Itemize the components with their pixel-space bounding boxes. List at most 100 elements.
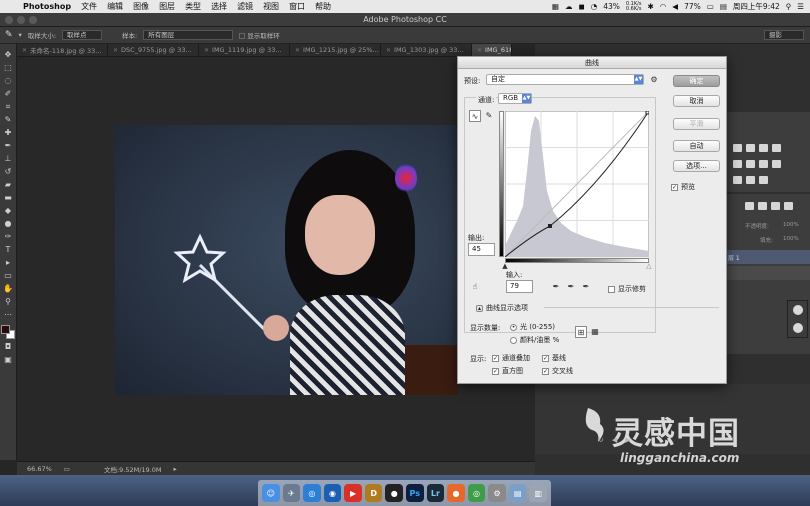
ok-button[interactable]: 确定 bbox=[673, 75, 720, 87]
menu-image[interactable]: 图像 bbox=[128, 1, 154, 12]
prev-icon[interactable]: ◀ bbox=[612, 436, 617, 444]
marquee-tool-icon[interactable]: ⬚ bbox=[2, 63, 14, 73]
shape-tool-icon[interactable]: ▭ bbox=[2, 271, 14, 281]
eyedropper-tool-icon[interactable]: ✎ bbox=[5, 30, 13, 40]
close-tab-icon[interactable]: ✕ bbox=[113, 47, 118, 54]
menu-status-icon[interactable]: ◼ bbox=[578, 2, 584, 11]
opacity-value[interactable]: 100% bbox=[783, 222, 799, 228]
wifi-icon[interactable]: ◠ bbox=[660, 2, 667, 11]
menu-select[interactable]: 选择 bbox=[206, 1, 232, 12]
bluetooth-icon[interactable]: ✱ bbox=[647, 2, 653, 11]
next-icon[interactable]: ▶ bbox=[625, 436, 630, 444]
balance-icon[interactable] bbox=[759, 160, 768, 168]
curve-point-tool-icon[interactable]: ∿ bbox=[469, 110, 481, 122]
path-select-tool-icon[interactable]: ▸ bbox=[2, 258, 14, 268]
firefox-icon[interactable]: ● bbox=[447, 484, 465, 502]
game-app-icon[interactable]: D bbox=[364, 484, 383, 502]
gray-eyedropper-icon[interactable]: ✒ bbox=[565, 281, 577, 293]
tab-doc-5[interactable]: ✕ IMG_1303.jpg @ 33... bbox=[381, 44, 472, 56]
status-arrow-icon[interactable]: ▸ bbox=[174, 465, 177, 473]
screen-mode-icon[interactable]: ▣ bbox=[2, 355, 14, 365]
input-input[interactable]: 79 bbox=[506, 280, 533, 293]
quick-mask-icon[interactable]: ◘ bbox=[2, 342, 14, 352]
photo-filter-icon[interactable] bbox=[733, 176, 742, 184]
cloud-icon[interactable]: ☁ bbox=[565, 2, 573, 11]
brightness-icon[interactable] bbox=[733, 144, 742, 152]
stamp-tool-icon[interactable]: ⊥ bbox=[2, 154, 14, 164]
zoom-tool-icon[interactable]: ⚲ bbox=[2, 297, 14, 307]
tab-doc-2[interactable]: ✕ DSC_9755.jpg @ 33... bbox=[108, 44, 199, 56]
detailed-grid-icon[interactable]: ▦ bbox=[589, 326, 601, 338]
brush-tool-icon[interactable]: ✒ bbox=[2, 141, 14, 151]
tab-doc-1[interactable]: ✕ 未命名-118.jpg @ 33... bbox=[17, 44, 108, 56]
type-tool-icon[interactable]: T bbox=[2, 245, 14, 255]
auto-button[interactable]: 自动 bbox=[673, 140, 720, 152]
channel-select[interactable]: RGB ▲▼ bbox=[498, 93, 532, 104]
volume-icon[interactable]: ◀ bbox=[672, 2, 678, 11]
status-menu-icon[interactable]: ▭ bbox=[64, 465, 70, 473]
tool-preset-dropdown-icon[interactable]: ▾ bbox=[19, 31, 22, 39]
preview-checkbox[interactable]: ✓ 预览 bbox=[671, 182, 695, 192]
layer-row-background[interactable] bbox=[725, 266, 810, 280]
grid-icon[interactable]: ▦ bbox=[552, 2, 559, 11]
close-tab-icon[interactable]: ✕ bbox=[295, 47, 300, 54]
simple-grid-icon[interactable]: ⊞ bbox=[575, 326, 587, 338]
clock-text[interactable]: 周四上午9:42 bbox=[733, 1, 780, 12]
menu-app-name[interactable]: Photoshop bbox=[18, 2, 76, 11]
histogram-checkbox[interactable]: ✓ 直方图 bbox=[492, 366, 523, 376]
preset-options-icon[interactable]: ⚙ bbox=[648, 74, 660, 86]
vibrance-icon[interactable] bbox=[733, 160, 742, 168]
output-input[interactable]: 45 bbox=[468, 243, 495, 256]
tab-doc-4[interactable]: ✕ IMG_1215.jpg @ 25%... bbox=[290, 44, 381, 56]
menu-help[interactable]: 帮助 bbox=[310, 1, 336, 12]
fill-value[interactable]: 100% bbox=[783, 236, 799, 242]
lasso-tool-icon[interactable]: ◌ bbox=[2, 76, 14, 86]
info-icon[interactable] bbox=[792, 323, 803, 333]
zoom-level[interactable]: 66.67% bbox=[27, 465, 52, 473]
qq-icon[interactable]: ● bbox=[385, 484, 403, 502]
exposure-icon[interactable] bbox=[772, 144, 781, 152]
baseline-checkbox[interactable]: ✓ 基线 bbox=[542, 353, 566, 363]
healing-tool-icon[interactable]: ✚ bbox=[2, 128, 14, 138]
battery-icon[interactable]: ▭ bbox=[707, 2, 714, 11]
pigment-radio[interactable]: 颜料/油墨 % bbox=[510, 335, 559, 345]
sample-size-select[interactable]: 取样点 bbox=[62, 30, 103, 40]
display-options-toggle[interactable]: ▴ 曲线显示选项 bbox=[476, 303, 528, 313]
close-tab-icon[interactable]: ✕ bbox=[386, 47, 391, 54]
channel-overlays-checkbox[interactable]: ✓ 通道叠加 bbox=[492, 353, 530, 363]
curve-graph[interactable] bbox=[505, 111, 649, 257]
channel-dropdown-icon[interactable]: ▲▼ bbox=[522, 94, 531, 103]
tab-doc-6[interactable]: ✕IMG_6184.jp... bbox=[472, 44, 512, 56]
minimize-window-icon[interactable] bbox=[17, 16, 25, 24]
filter-shape-icon[interactable] bbox=[784, 202, 793, 210]
close-tab-icon[interactable]: ✕ bbox=[204, 47, 209, 54]
menu-file[interactable]: 文件 bbox=[76, 1, 102, 12]
more-tools-icon[interactable]: ⋯ bbox=[2, 310, 14, 320]
downloads-folder-icon[interactable]: ▤ bbox=[508, 484, 527, 502]
hue-icon[interactable] bbox=[746, 160, 755, 168]
trash-icon[interactable]: ▥ bbox=[529, 484, 548, 502]
menu-filter[interactable]: 滤镜 bbox=[232, 1, 258, 12]
eraser-tool-icon[interactable]: ▰ bbox=[2, 180, 14, 190]
lookup-icon[interactable] bbox=[759, 176, 768, 184]
system-preferences-icon[interactable]: ⚙ bbox=[488, 484, 506, 502]
sample-select[interactable]: 所有图层 bbox=[143, 30, 234, 40]
curves-icon[interactable] bbox=[759, 144, 768, 152]
finder-icon[interactable]: ☺ bbox=[261, 484, 280, 502]
filter-pixel-icon[interactable] bbox=[745, 202, 754, 210]
photoshop-icon[interactable]: Ps bbox=[406, 484, 424, 502]
workspace-select[interactable]: 摄影 bbox=[764, 30, 804, 40]
filter-adjust-icon[interactable] bbox=[758, 202, 767, 210]
color-swatches[interactable] bbox=[1, 325, 15, 339]
flag-icon[interactable]: ▤ bbox=[720, 2, 727, 11]
intersection-checkbox[interactable]: ✓ 交叉线 bbox=[542, 366, 573, 376]
close-tab-icon[interactable]: ✕ bbox=[22, 47, 27, 54]
safari-icon[interactable]: ◎ bbox=[303, 484, 321, 502]
layer-row[interactable]: 层 1 bbox=[725, 250, 810, 264]
smooth-button[interactable]: 平滑 bbox=[673, 118, 720, 130]
eyedropper-icon[interactable]: ✎ bbox=[2, 115, 14, 125]
white-point-slider-icon[interactable]: △ bbox=[643, 260, 655, 272]
spotlight-icon[interactable]: ⚲ bbox=[786, 2, 792, 11]
preset-dropdown-icon[interactable]: ▲▼ bbox=[634, 75, 643, 84]
menu-view[interactable]: 视图 bbox=[258, 1, 284, 12]
